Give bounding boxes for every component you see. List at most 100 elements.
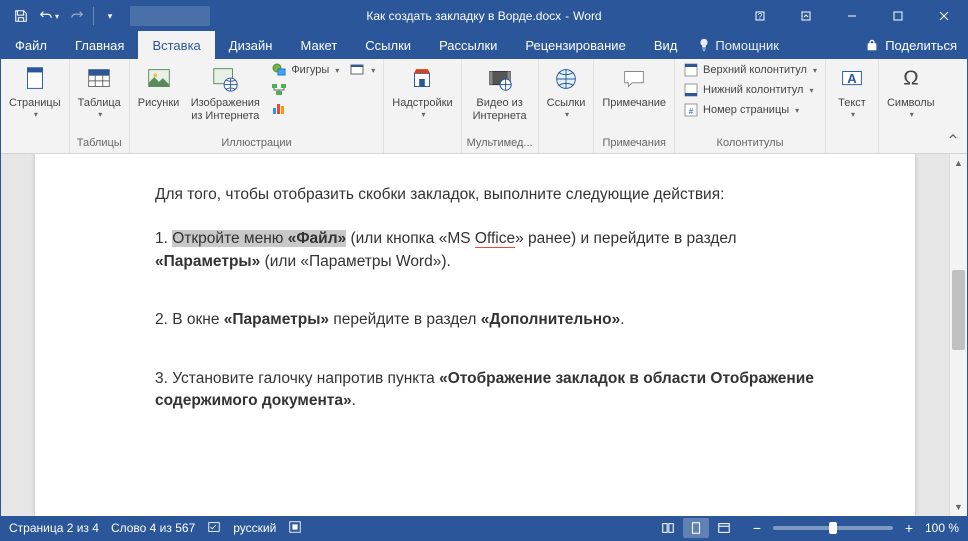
tab-review[interactable]: Рецензирование — [511, 31, 639, 59]
page-icon — [19, 63, 51, 95]
undo-icon[interactable]: ▾ — [37, 4, 61, 28]
quick-access-toolbar: ▾ ▾ — [1, 4, 130, 28]
macro-icon[interactable] — [288, 520, 302, 537]
chart-icon — [271, 100, 287, 116]
para-step3: 3. Установите галочку напротив пункта «О… — [155, 368, 815, 413]
svg-text:A: A — [847, 71, 857, 86]
minimize-button[interactable] — [829, 1, 875, 31]
tab-file[interactable]: Файл — [1, 31, 61, 59]
group-addins: Надстройки▾ — [384, 59, 461, 153]
chart-button[interactable] — [267, 99, 343, 117]
tab-design[interactable]: Дизайн — [215, 31, 287, 59]
smartart-icon — [271, 81, 287, 97]
online-pictures-button[interactable]: Изображения из Интернета — [185, 61, 265, 124]
para-step1: 1. Откройте меню «Файл» (или кнопка «MS … — [155, 228, 815, 273]
shapes-button[interactable]: Фигуры▾ — [267, 61, 343, 79]
tab-view[interactable]: Вид — [640, 31, 692, 59]
account-placeholder[interactable] — [130, 6, 210, 26]
word-count[interactable]: Слово 4 из 567 — [111, 521, 195, 535]
document-page[interactable]: Для того, чтобы отобразить скобки заклад… — [35, 154, 915, 516]
lightbulb-icon — [697, 38, 711, 52]
app-title: Word — [573, 9, 601, 23]
para-intro: Для того, чтобы отобразить скобки заклад… — [155, 184, 815, 206]
share-icon — [865, 38, 879, 52]
group-links: Ссылки▾ — [539, 59, 595, 153]
doc-title: Как создать закладку в Ворде.docx — [366, 9, 561, 23]
pictures-button[interactable]: Рисунки — [134, 61, 184, 112]
ribbon-display-button[interactable] — [783, 1, 829, 31]
selection: Откройте меню «Файл» — [172, 230, 346, 247]
zoom-value[interactable]: 100 % — [925, 521, 959, 535]
scroll-up-icon[interactable]: ▲ — [950, 154, 967, 172]
redo-icon[interactable] — [65, 4, 89, 28]
language-indicator[interactable]: русский — [233, 521, 276, 535]
shapes-icon — [271, 62, 287, 78]
ribbon-tabs: Файл Главная Вставка Дизайн Макет Ссылки… — [1, 31, 967, 59]
help-button[interactable]: ? — [737, 1, 783, 31]
text-button[interactable]: A Текст▾ — [830, 61, 874, 121]
footer-button[interactable]: Нижний колонтитул▾ — [679, 81, 821, 99]
zoom-slider[interactable] — [773, 526, 893, 530]
tab-home[interactable]: Главная — [61, 31, 138, 59]
online-picture-icon — [209, 63, 241, 95]
online-video-button[interactable]: Видео из Интернета — [466, 61, 534, 124]
save-icon[interactable] — [9, 4, 33, 28]
tab-mailings[interactable]: Рассылки — [425, 31, 511, 59]
group-pages: Страницы▾ — [1, 59, 70, 153]
tell-me[interactable]: Помощник — [697, 38, 779, 53]
window-title: Как создать закладку в Ворде.docx - Word — [366, 9, 601, 23]
tab-references[interactable]: Ссылки — [351, 31, 425, 59]
maximize-button[interactable] — [875, 1, 921, 31]
store-icon — [406, 63, 438, 95]
view-buttons — [655, 518, 737, 538]
picture-icon — [143, 63, 175, 95]
symbols-button[interactable]: Ω Символы▾ — [883, 61, 939, 121]
ribbon: Страницы▾ Таблица▾ Таблицы Рисунки — [1, 59, 967, 154]
read-mode-button[interactable] — [655, 518, 681, 538]
zoom-in-button[interactable]: + — [901, 520, 917, 536]
group-media: Видео из Интернета Мультимед... — [462, 59, 539, 153]
footer-icon — [683, 82, 699, 98]
textbox-icon: A — [836, 63, 868, 95]
pages-button[interactable]: Страницы▾ — [5, 61, 65, 121]
word-window: ▾ ▾ Как создать закладку в Ворде.docx - … — [0, 0, 968, 541]
svg-text:?: ? — [758, 12, 763, 21]
document-area: Для того, чтобы отобразить скобки заклад… — [1, 154, 967, 516]
svg-text:#: # — [689, 107, 694, 116]
collapse-ribbon-icon[interactable]: ⌃ — [945, 133, 961, 149]
vertical-scrollbar[interactable]: ▲ ▼ — [949, 154, 967, 516]
qat-customize-icon[interactable]: ▾ — [98, 4, 122, 28]
addins-button[interactable]: Надстройки▾ — [388, 61, 456, 121]
smartart-button[interactable] — [267, 80, 343, 98]
group-tables: Таблица▾ Таблицы — [70, 59, 130, 153]
comment-button[interactable]: Примечание — [598, 61, 670, 112]
scroll-down-icon[interactable]: ▼ — [950, 498, 967, 516]
close-button[interactable] — [921, 1, 967, 31]
header-button[interactable]: Верхний колонтитул▾ — [679, 61, 821, 79]
comment-icon — [618, 63, 650, 95]
spellcheck-underline: Office — [475, 230, 515, 248]
proofing-icon[interactable] — [207, 520, 221, 537]
tab-layout[interactable]: Макет — [286, 31, 351, 59]
statusbar: Страница 2 из 4 Слово 4 из 567 русский −… — [1, 516, 967, 540]
print-layout-button[interactable] — [683, 518, 709, 538]
window-controls: ? — [737, 1, 967, 31]
video-icon — [484, 63, 516, 95]
zoom-out-button[interactable]: − — [749, 520, 765, 536]
screenshot-button[interactable]: ▾ — [345, 61, 379, 79]
page-indicator[interactable]: Страница 2 из 4 — [9, 521, 99, 535]
table-button[interactable]: Таблица▾ — [74, 61, 125, 121]
links-button[interactable]: Ссылки▾ — [543, 61, 590, 121]
web-layout-button[interactable] — [711, 518, 737, 538]
tab-insert[interactable]: Вставка — [138, 31, 214, 59]
group-symbols: Ω Символы▾ — [879, 59, 943, 153]
header-icon — [683, 62, 699, 78]
scroll-thumb[interactable] — [952, 270, 965, 350]
scroll-track[interactable] — [950, 172, 967, 498]
zoom-control: − + 100 % — [749, 520, 959, 536]
titlebar: ▾ ▾ Как создать закладку в Ворде.docx - … — [1, 1, 967, 31]
zoom-thumb[interactable] — [829, 522, 837, 534]
group-illustrations: Рисунки Изображения из Интернета Фигуры▾… — [130, 59, 384, 153]
pagenum-button[interactable]: #Номер страницы▾ — [679, 101, 821, 119]
share-button[interactable]: Поделиться — [865, 38, 957, 53]
